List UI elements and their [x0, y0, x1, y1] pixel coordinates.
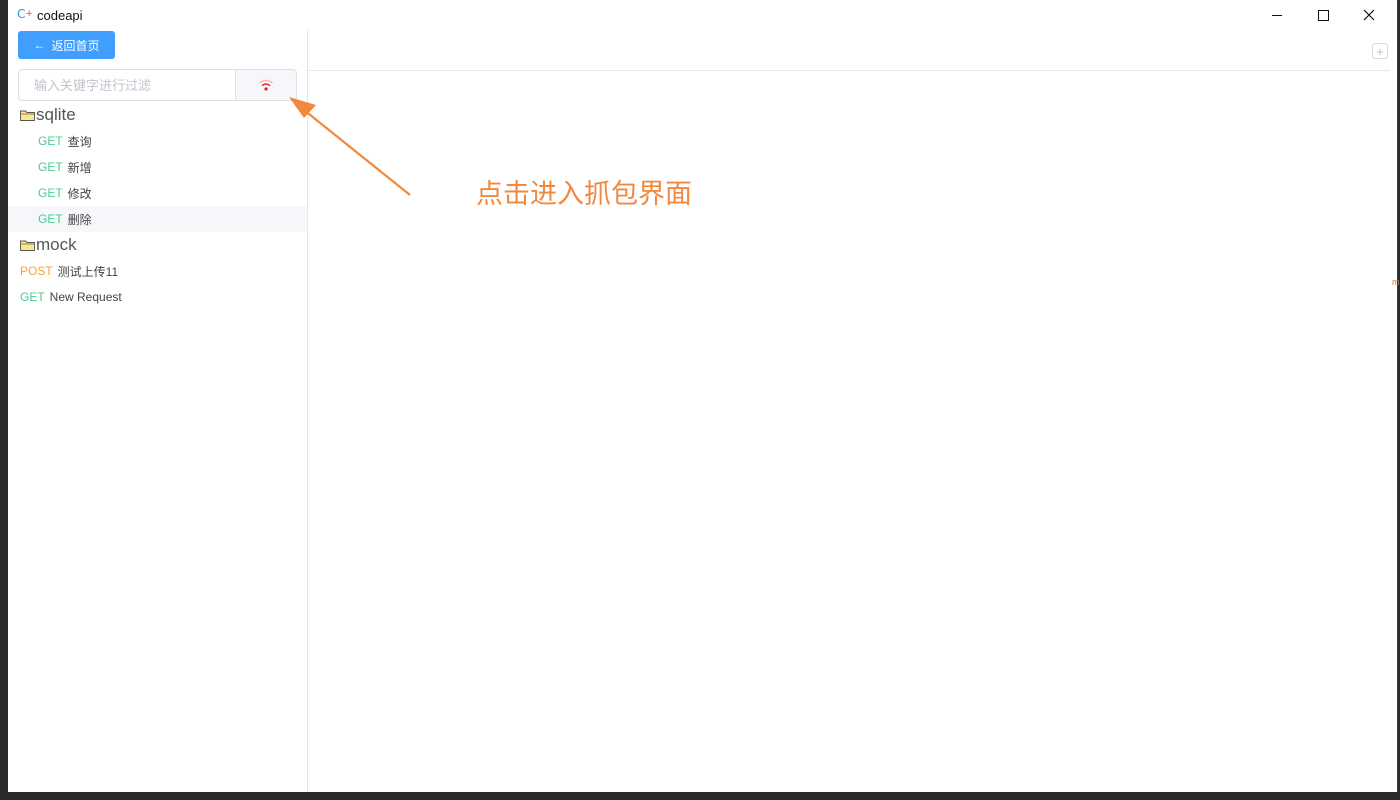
edge-fragment: m — [1392, 277, 1400, 287]
folder-label: sqlite — [36, 105, 76, 124]
filter-group — [18, 69, 297, 101]
method-badge: GET — [38, 186, 63, 200]
folder-mock[interactable]: mock — [8, 232, 307, 258]
add-tab-button[interactable]: + — [1372, 43, 1388, 59]
maximize-button[interactable] — [1300, 0, 1346, 30]
request-item[interactable]: GET 修改 — [8, 180, 307, 206]
plus-icon: + — [1376, 43, 1384, 59]
maximize-icon — [1317, 9, 1329, 21]
folder-label: mock — [36, 235, 77, 254]
close-button[interactable] — [1346, 0, 1392, 30]
sidebar: ← 返回首页 sqlite GET — [8, 30, 308, 792]
arrow-left-icon: ← — [33, 38, 46, 52]
request-tree: sqlite GET 查询 GET 新增 GET 修改 GET 删除 mock … — [8, 102, 307, 310]
request-item[interactable]: GET New Request — [8, 284, 307, 310]
back-home-button[interactable]: ← 返回首页 — [18, 31, 115, 59]
main-panel: + — [308, 30, 1390, 792]
method-badge: POST — [20, 264, 53, 278]
request-label: 修改 — [67, 186, 92, 201]
folder-icon — [20, 110, 35, 121]
method-badge: GET — [20, 290, 45, 304]
request-label: 新增 — [67, 160, 92, 175]
request-label: 查询 — [67, 134, 92, 149]
app-logo-icon: C+ — [17, 7, 33, 21]
request-label: 测试上传11 — [57, 264, 119, 279]
annotation-text: 点击进入抓包界面 — [476, 179, 692, 209]
method-badge: GET — [38, 212, 63, 226]
request-item[interactable]: GET 新增 — [8, 154, 307, 180]
filter-input[interactable] — [18, 69, 236, 101]
wifi-icon — [259, 79, 273, 91]
request-label: New Request — [49, 290, 122, 304]
folder-sqlite[interactable]: sqlite — [8, 102, 307, 128]
close-icon — [1363, 9, 1375, 21]
method-badge: GET — [38, 160, 63, 174]
request-item[interactable]: POST 测试上传11 — [8, 258, 307, 284]
app-window: C+ codeapi ← 返回首页 输入关键字进行过滤 sqlite GET 查… — [8, 0, 1398, 792]
tab-bar: + — [308, 30, 1390, 71]
packet-capture-button[interactable] — [235, 69, 297, 101]
minimize-icon — [1272, 14, 1282, 16]
back-home-label: 返回首页 — [51, 38, 100, 53]
request-item[interactable]: GET 查询 — [8, 128, 307, 154]
minimize-button[interactable] — [1254, 0, 1300, 30]
folder-icon — [20, 240, 35, 251]
method-badge: GET — [38, 134, 63, 148]
titlebar: C+ codeapi — [8, 0, 1397, 30]
request-item[interactable]: GET 删除 — [8, 206, 307, 232]
window-title: codeapi — [37, 8, 83, 23]
request-label: 删除 — [67, 212, 92, 227]
